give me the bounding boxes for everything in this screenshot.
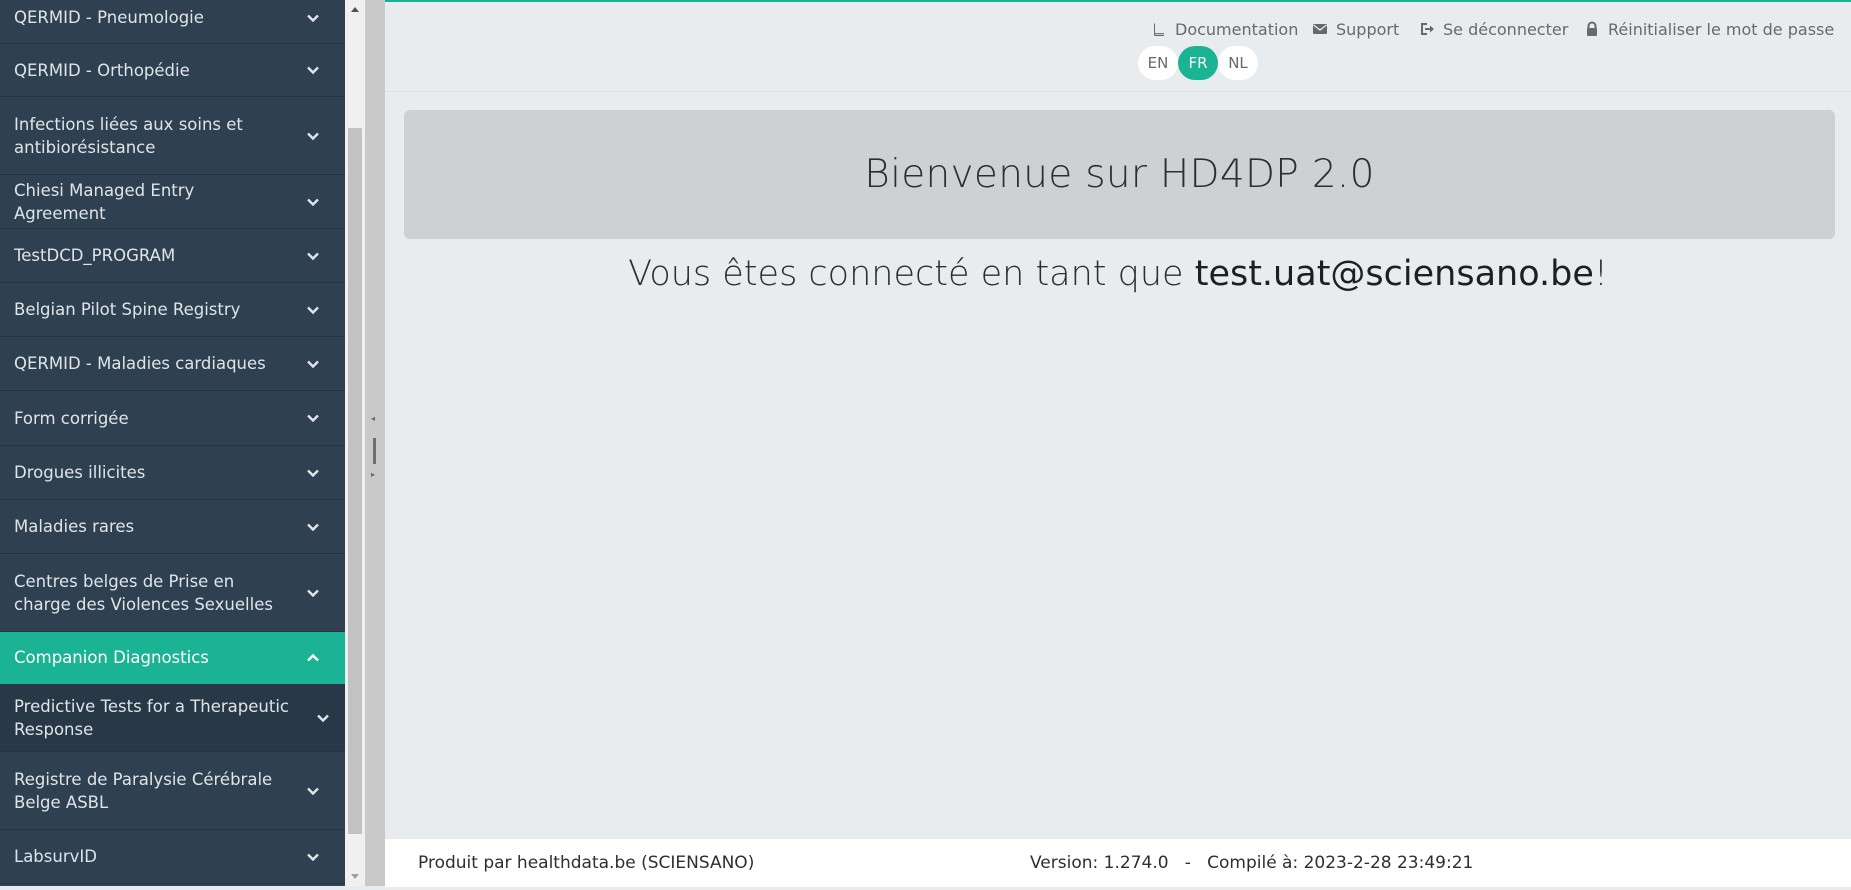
lock-icon [1584, 21, 1600, 37]
lang-en-button[interactable]: EN [1138, 46, 1178, 80]
documentation-link[interactable]: Documentation [1151, 18, 1298, 40]
sidebar-item-qermid-orthopedie[interactable]: QERMID - Orthopédie [0, 44, 345, 97]
sidebar-item-label: QERMID - Orthopédie [14, 60, 190, 80]
sidebar-item-form-corrigee[interactable]: Form corrigée [0, 391, 345, 446]
sidebar-item-registre-paralysie[interactable]: Registre de Paralysie Cérébrale Belge AS… [0, 752, 345, 830]
chevron-down-icon [303, 354, 323, 374]
sidebar-item-infections[interactable]: Infections liées aux soins et antibiorés… [0, 97, 345, 175]
scroll-up-arrow-icon[interactable] [345, 0, 365, 20]
chevron-down-icon [303, 8, 323, 28]
reset-password-label: Réinitialiser le mot de passe [1608, 19, 1835, 39]
panel-splitter[interactable]: ◂ ▸ [365, 0, 385, 886]
chevron-down-icon [303, 583, 323, 603]
sidebar-item-label: Chiesi Managed Entry Agreement [14, 180, 195, 223]
chevron-down-icon [303, 847, 323, 867]
sidebar-item-label: Centres belges de Prise en charge des Vi… [14, 571, 273, 614]
support-link[interactable]: Support [1312, 18, 1399, 40]
collapse-left-arrow-icon[interactable]: ◂ [371, 414, 375, 423]
chevron-down-icon [303, 60, 323, 80]
logout-link[interactable]: Se déconnecter [1419, 18, 1568, 40]
sidebar-item-label: Predictive Tests for a Therapeutic Respo… [14, 696, 289, 739]
sidebar-item-label: Infections liées aux soins et antibiorés… [14, 114, 243, 157]
sidebar-item-testdcd-program[interactable]: TestDCD_PROGRAM [0, 229, 345, 283]
connected-suffix: ! [1593, 254, 1608, 294]
footer-version-info: Version: 1.274.0 - Compilé à: 2023-2-28 … [1030, 853, 1473, 873]
sidebar-item-label: QERMID - Maladies cardiaques [14, 354, 266, 373]
sidebar-item-label: TestDCD_PROGRAM [14, 246, 176, 265]
sidebar-item-drogues-illicites[interactable]: Drogues illicites [0, 446, 345, 500]
main-content: Documentation Support Se déconnecter Réi… [385, 0, 1851, 887]
documentation-label: Documentation [1175, 19, 1299, 39]
sidebar-subitem-predictive-tests[interactable]: Predictive Tests for a Therapeutic Respo… [0, 684, 345, 752]
chevron-down-icon [303, 192, 323, 212]
sidebar-item-centres-violences[interactable]: Centres belges de Prise en charge des Vi… [0, 554, 345, 632]
sidebar-item-label: Maladies rares [14, 517, 135, 536]
top-header: Documentation Support Se déconnecter Réi… [385, 2, 1851, 92]
sidebar-item-qermid-cardiaques[interactable]: QERMID - Maladies cardiaques [0, 337, 345, 391]
footer-producer: Produit par healthdata.be (SCIENSANO) [418, 853, 755, 873]
welcome-banner: Bienvenue sur HD4DP 2.0 [404, 110, 1835, 239]
sidebar-item-label: LabsurvID [14, 847, 97, 866]
sidebar-item-maladies-rares[interactable]: Maladies rares [0, 500, 345, 554]
logout-label: Se déconnecter [1443, 19, 1569, 39]
connected-as-message: Vous êtes connecté en tant que test.uat@… [385, 254, 1851, 294]
sign-out-icon [1419, 21, 1435, 37]
scrollbar-thumb[interactable] [348, 128, 362, 834]
chevron-down-icon [303, 408, 323, 428]
reset-password-link[interactable]: Réinitialiser le mot de passe [1584, 18, 1834, 40]
sidebar-item-label: QERMID - Pneumologie [14, 8, 204, 27]
sidebar-item-chiesi[interactable]: Chiesi Managed Entry Agreement [0, 175, 345, 229]
splitter-grip-handle[interactable] [373, 438, 376, 464]
sidebar-item-companion-diagnostics[interactable]: Companion Diagnostics [0, 632, 345, 684]
version-value: 1.274.0 [1103, 853, 1169, 873]
language-switcher: EN FR NL [1138, 46, 1258, 80]
compiled-value: 2023-2-28 23:49:21 [1303, 853, 1474, 873]
page-footer: Produit par healthdata.be (SCIENSANO) Ve… [385, 838, 1851, 887]
lang-nl-button[interactable]: NL [1218, 46, 1258, 80]
chevron-up-icon [303, 648, 323, 668]
support-label: Support [1336, 19, 1400, 39]
chevron-down-icon [303, 126, 323, 146]
lang-fr-button[interactable]: FR [1178, 46, 1218, 80]
chevron-down-icon [313, 708, 333, 728]
welcome-title: Bienvenue sur HD4DP 2.0 [864, 152, 1375, 197]
connected-user-email: test.uat@sciensano.be [1194, 254, 1594, 294]
sidebar-item-label: Belgian Pilot Spine Registry [14, 300, 241, 319]
chevron-down-icon [303, 246, 323, 266]
sidebar-item-label: Drogues illicites [14, 463, 146, 482]
chevron-down-icon [303, 781, 323, 801]
book-icon [1151, 21, 1167, 37]
sidebar-item-qermid-pneumologie[interactable]: QERMID - Pneumologie [0, 0, 345, 44]
chevron-down-icon [303, 463, 323, 483]
scroll-down-arrow-icon[interactable] [345, 866, 365, 886]
expand-right-arrow-icon[interactable]: ▸ [371, 470, 375, 479]
sidebar-scrollbar[interactable] [345, 0, 365, 886]
compiled-label: Compilé à: [1207, 853, 1299, 873]
version-label: Version: [1030, 853, 1099, 873]
chevron-down-icon [303, 517, 323, 537]
sidebar-item-labsurvid[interactable]: LabsurvID [0, 830, 345, 884]
chevron-down-icon [303, 300, 323, 320]
connected-prefix: Vous êtes connecté en tant que [628, 254, 1195, 294]
sidebar-item-label: Registre de Paralysie Cérébrale Belge AS… [14, 769, 273, 812]
footer-separator: - [1184, 853, 1191, 873]
sidebar-item-label: Form corrigée [14, 408, 129, 428]
envelope-icon [1312, 21, 1328, 37]
sidebar-item-label: Companion Diagnostics [14, 648, 209, 667]
sidebar-item-belgian-pilot-spine[interactable]: Belgian Pilot Spine Registry [0, 283, 345, 337]
sidebar-nav: QERMID - Pneumologie QERMID - Orthopédie… [0, 0, 345, 886]
